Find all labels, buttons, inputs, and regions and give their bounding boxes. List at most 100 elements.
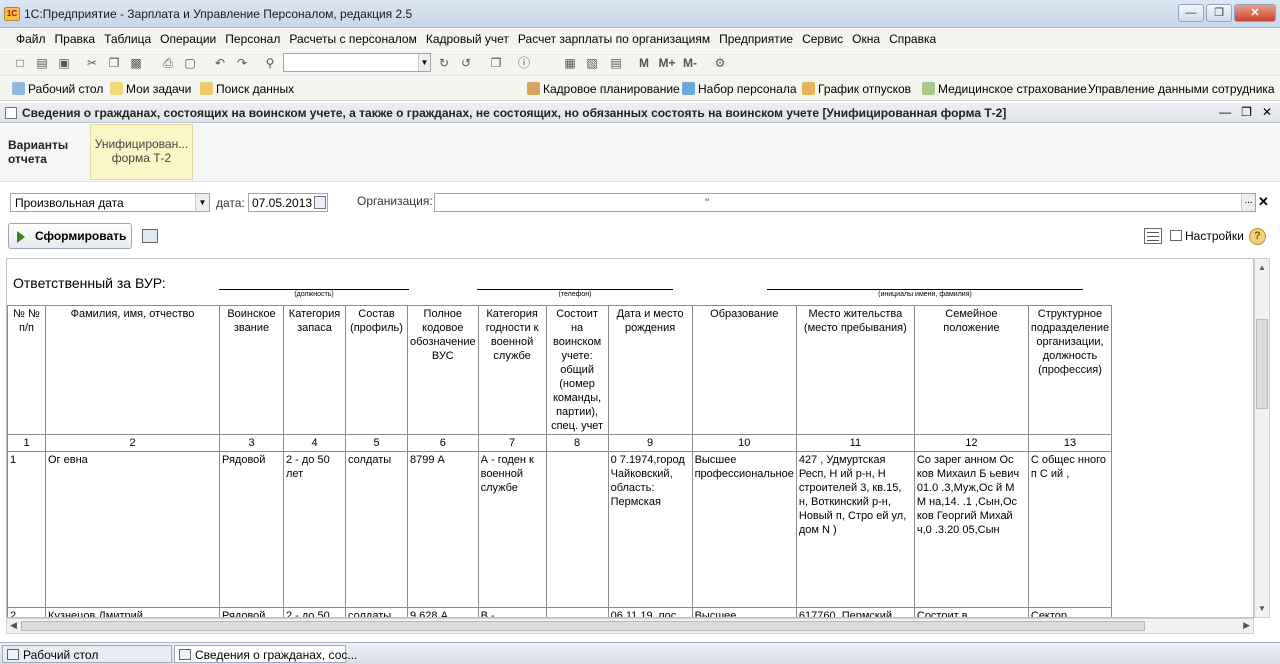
cell-family[interactable]: Со зарег анном Ос ков Михаил Б ьевич 01.… (913, 451, 1029, 608)
close-window-button[interactable]: ✕ (1234, 4, 1276, 22)
cell-number[interactable]: 1 (7, 451, 46, 608)
menu-payroll[interactable]: Расчет зарплаты по организациям (518, 32, 710, 46)
preview-icon[interactable]: ▢ (182, 55, 198, 71)
memory-subtract-button[interactable]: M- (680, 55, 700, 71)
print-preview-icon[interactable] (142, 229, 158, 243)
cell-education[interactable]: Высшее (691, 607, 797, 617)
my-tasks-button[interactable]: Мои задачи (110, 82, 191, 96)
table-row[interactable]: 1 Ог евна Рядовой 2 - до 50 лет солдаты … (7, 451, 1113, 608)
vacation-schedule-button[interactable]: График отпусков (802, 82, 911, 96)
hr-planning-button[interactable]: Кадровое планирование (527, 82, 680, 96)
cell-vus[interactable]: 8799 А (407, 451, 479, 608)
table-row[interactable]: 2 Кузнецов Дмитрий Рядовой 2 - до 50 сол… (7, 607, 1113, 617)
menu-payments[interactable]: Расчеты с персоналом (289, 32, 416, 46)
chevron-down-icon[interactable]: ▼ (418, 54, 430, 71)
restore-button[interactable]: ❐ (1206, 4, 1232, 22)
paste-icon[interactable]: ▩ (128, 55, 144, 71)
menu-enterprise[interactable]: Предприятие (719, 32, 793, 46)
data-search-button[interactable]: Поиск данных (200, 82, 294, 96)
cell-rank[interactable]: Рядовой (219, 451, 284, 608)
cell-registry[interactable] (545, 607, 609, 617)
cell-registry[interactable] (545, 451, 609, 608)
menu-hr-records[interactable]: Кадровый учет (426, 32, 509, 46)
horizontal-scrollbar[interactable]: ◀ ▶ (6, 618, 1254, 634)
cell-residence[interactable]: 617760, Пермский (795, 607, 915, 617)
clear-organization-icon[interactable]: ✕ (1258, 194, 1269, 210)
desktop-button[interactable]: Рабочий стол (12, 82, 103, 96)
scroll-up-icon[interactable]: ▲ (1258, 263, 1266, 272)
cell-fitness[interactable]: А - годен к военной службе (477, 451, 547, 608)
cell-birth[interactable]: 0 7.1974,город Чайковский, область: Перм… (607, 451, 693, 608)
cell-staff[interactable]: солдаты (345, 607, 408, 617)
cell-vus[interactable]: 9 628 А (407, 607, 479, 617)
find-prev-icon[interactable]: ↺ (458, 55, 474, 71)
form-minimize-button[interactable]: — (1219, 105, 1231, 119)
cell-birth[interactable]: 06.11.19 ,пос. (607, 607, 693, 617)
cell-category[interactable]: 2 - до 50 лет (283, 451, 346, 608)
find-icon[interactable]: ⚲ (262, 55, 278, 71)
cell-department[interactable]: Сектор (1027, 607, 1113, 617)
task-report[interactable]: Сведения о гражданах, сос... (174, 645, 357, 663)
vertical-scroll-thumb[interactable] (1256, 319, 1268, 409)
menu-personnel[interactable]: Персонал (225, 32, 280, 46)
report-document[interactable]: Ответственный за ВУР: (должность) (телеф… (6, 258, 1254, 618)
menu-table[interactable]: Таблица (104, 32, 151, 46)
menu-file[interactable]: Файл (16, 32, 46, 46)
task-desktop[interactable]: Рабочий стол (2, 645, 172, 663)
period-type-select[interactable]: Произвольная дата ▼ (10, 193, 210, 212)
info-icon[interactable]: ⓘ (516, 55, 532, 71)
find-next-icon[interactable]: ↻ (436, 55, 452, 71)
menu-windows[interactable]: Окна (852, 32, 880, 46)
tools-icon[interactable]: ⚙ (712, 55, 728, 71)
form-maximize-button[interactable]: ❐ (1241, 105, 1252, 119)
date-input[interactable]: 07.05.2013 (248, 193, 328, 212)
print-icon[interactable]: ⎙ (160, 55, 176, 71)
variant-tab-t2[interactable]: Унифицирован... форма Т-2 (90, 124, 193, 180)
minimize-button[interactable]: — (1178, 4, 1204, 22)
windows-icon[interactable]: ❐ (488, 55, 504, 71)
table-view-icon[interactable] (1144, 228, 1162, 244)
menu-operations[interactable]: Операции (160, 32, 216, 46)
calendar-icon[interactable]: ▧ (584, 55, 600, 71)
vertical-scrollbar[interactable]: ▲ ▼ (1254, 258, 1270, 618)
cut-icon[interactable]: ✂ (84, 55, 100, 71)
undo-icon[interactable]: ↶ (212, 55, 228, 71)
calculator-icon[interactable]: ▦ (562, 55, 578, 71)
cell-family[interactable]: Состоит в (913, 607, 1029, 617)
redo-icon[interactable]: ↷ (234, 55, 250, 71)
new-document-icon[interactable]: □ (12, 55, 28, 71)
chevron-down-icon[interactable]: ▼ (195, 194, 209, 211)
menu-edit[interactable]: Правка (55, 32, 96, 46)
medical-insurance-button[interactable]: Медицинское страхование (922, 82, 1087, 96)
save-icon[interactable]: ▣ (56, 55, 72, 71)
calendar-icon[interactable] (314, 196, 326, 209)
open-folder-icon[interactable]: ▤ (34, 55, 50, 71)
form-close-button[interactable]: ✕ (1262, 105, 1272, 119)
settings-button[interactable]: Настройки (1170, 229, 1244, 243)
select-organization-button[interactable]: ... (1241, 194, 1255, 211)
memory-add-button[interactable]: M+ (656, 55, 678, 71)
generate-report-button[interactable]: Сформировать (8, 223, 132, 249)
recruitment-button[interactable]: Набор персонала (682, 82, 797, 96)
clipboard-icon[interactable]: ▤ (608, 55, 624, 71)
cell-residence[interactable]: 427 , Удмуртская Респ, Н ий р-н, Н строи… (795, 451, 915, 608)
cell-rank[interactable]: Рядовой (219, 607, 284, 617)
scroll-right-icon[interactable]: ▶ (1243, 620, 1250, 631)
search-input[interactable]: ▼ (283, 53, 431, 72)
cell-category[interactable]: 2 - до 50 (283, 607, 346, 617)
menu-help[interactable]: Справка (889, 32, 936, 46)
organization-input[interactable]: "... (434, 193, 1256, 212)
copy-icon[interactable]: ❐ (106, 55, 122, 71)
horizontal-scroll-thumb[interactable] (21, 621, 1145, 631)
cell-number[interactable]: 2 (7, 607, 46, 617)
cell-name[interactable]: Кузнецов Дмитрий (45, 607, 220, 617)
scroll-left-icon[interactable]: ◀ (10, 620, 17, 631)
cell-education[interactable]: Высшее профессиональное (691, 451, 797, 608)
cell-department[interactable]: С общес нного п С ий , (1027, 451, 1113, 608)
cell-fitness[interactable]: В - (477, 607, 547, 617)
memory-store-button[interactable]: M (636, 55, 652, 71)
help-icon[interactable]: ? (1249, 228, 1266, 245)
menu-service[interactable]: Сервис (802, 32, 843, 46)
cell-staff[interactable]: солдаты (345, 451, 408, 608)
cell-name[interactable]: Ог евна (45, 451, 220, 608)
